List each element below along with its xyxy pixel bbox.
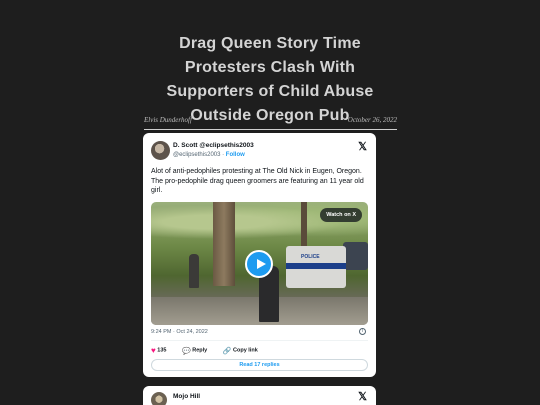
embedded-tweet[interactable]: D. Scott @eclipsethis2003 @eclipsethis20… — [143, 133, 376, 377]
tweet-text: Alot of anti-pedophiles protesting at Th… — [151, 168, 364, 194]
tweet-actions: ♥ 135 💬 Reply 🔗 Copy link — [151, 346, 258, 356]
like-count[interactable]: 135 — [157, 348, 166, 354]
tweet-author-subline: @eclipsethis2003 · Follow — [173, 152, 245, 158]
heart-icon[interactable]: ♥ — [151, 346, 156, 355]
watch-on-x-button[interactable]: Watch on X — [320, 208, 362, 222]
publish-date: October 26, 2022 — [347, 116, 397, 124]
tweet-timestamp[interactable]: 9:24 PM · Oct 24, 2022 — [151, 329, 208, 335]
byline: Elvis Dunderhoff October 26, 2022 — [144, 116, 397, 128]
tweet-author-name[interactable]: D. Scott @eclipsethis2003 — [173, 142, 254, 149]
handle[interactable]: @eclipsethis2003 — [173, 152, 220, 158]
article-title: Drag Queen Story Time Protesters Clash W… — [166, 35, 374, 124]
follow-button[interactable]: Follow — [226, 152, 245, 158]
x-logo-icon[interactable]: 𝕏 — [358, 140, 367, 153]
divider — [144, 129, 397, 130]
tweet-video[interactable]: POLICE Watch on X — [151, 202, 368, 325]
vehicle — [343, 242, 368, 270]
read-replies-button[interactable]: Read 17 replies — [151, 359, 368, 371]
author-name[interactable]: Elvis Dunderhoff — [144, 116, 192, 124]
avatar[interactable] — [151, 141, 170, 160]
avatar[interactable] — [151, 392, 167, 405]
embedded-tweet[interactable]: Mojo Hill 𝕏 — [143, 386, 376, 405]
separator: · — [222, 152, 225, 158]
info-icon[interactable]: i — [359, 328, 366, 335]
person — [189, 254, 199, 288]
tree-trunk — [213, 202, 235, 286]
play-icon[interactable] — [245, 250, 273, 278]
display-name[interactable]: D. Scott @eclipsethis2003 — [173, 142, 254, 149]
tweet-author-name[interactable]: Mojo Hill — [173, 393, 200, 400]
x-logo-icon[interactable]: 𝕏 — [358, 390, 367, 403]
police-vehicle-text: POLICE — [301, 254, 320, 260]
link-icon[interactable]: 🔗 — [223, 348, 232, 355]
reply-button[interactable]: Reply — [192, 348, 207, 354]
divider — [151, 340, 368, 341]
reply-icon[interactable]: 💬 — [182, 348, 191, 355]
copy-link-button[interactable]: Copy link — [233, 348, 258, 354]
police-vehicle-stripe — [286, 263, 346, 269]
